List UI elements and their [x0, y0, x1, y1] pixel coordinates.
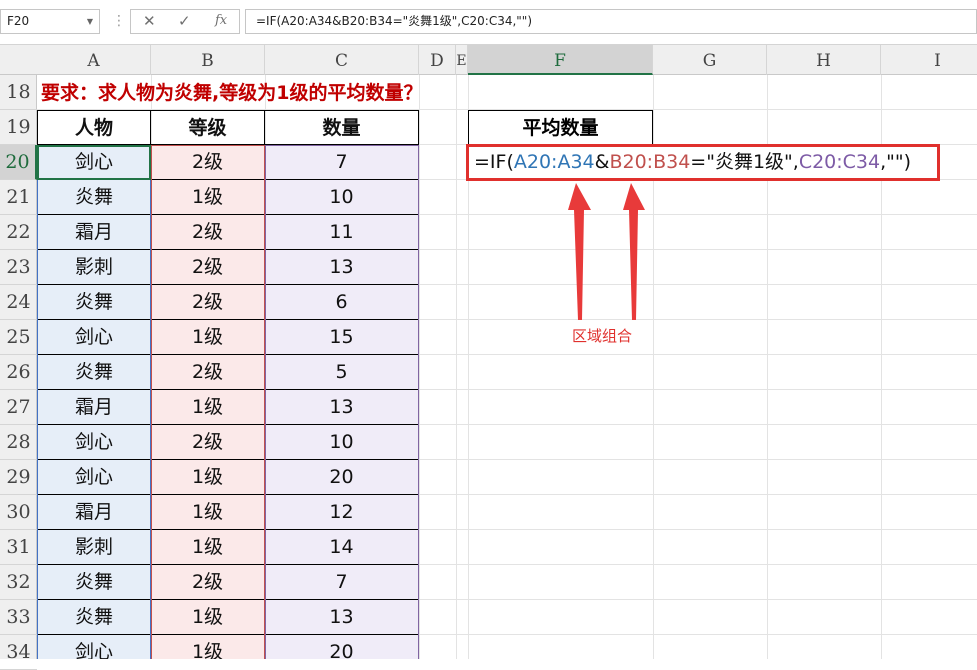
arrow-up-icon	[623, 183, 645, 320]
row-header[interactable]: 23	[0, 250, 37, 285]
row-header-active[interactable]: 20	[0, 145, 37, 180]
arrow-up-icon	[568, 183, 591, 320]
row-header[interactable]: 30	[0, 495, 37, 530]
annotation-label: 区域组合	[572, 327, 633, 345]
cancel-icon[interactable]: ✕	[143, 12, 156, 30]
drag-handle-icon[interactable]: ⋮	[112, 14, 126, 28]
column-header-d[interactable]: D	[419, 45, 456, 75]
row-header[interactable]: 34	[0, 635, 37, 670]
column-header-f[interactable]: F	[468, 45, 653, 75]
row-header[interactable]: 22	[0, 215, 37, 250]
formula-buttons: ✕ ✓ fx	[130, 9, 240, 34]
formula-bar-area: F20 ▼ ⋮ ✕ ✓ fx =IF(A20:A34&B20:B34="炎舞1级…	[0, 0, 977, 45]
column-header-e[interactable]: E	[456, 45, 468, 75]
insert-function-icon[interactable]: fx	[215, 13, 227, 28]
row-header[interactable]: 26	[0, 355, 37, 390]
chevron-down-icon[interactable]: ▼	[87, 10, 93, 33]
column-header-bar: A B C D E F G H I	[0, 45, 977, 75]
row-header-bar: 18 19 20 21 22 23 24 25 26 27 28 29 30 3…	[0, 75, 37, 670]
row-header[interactable]: 31	[0, 530, 37, 565]
column-header-b[interactable]: B	[151, 45, 265, 75]
row-header[interactable]: 25	[0, 320, 37, 355]
row-header[interactable]: 24	[0, 285, 37, 320]
row-header[interactable]: 21	[0, 180, 37, 215]
row-header[interactable]: 32	[0, 565, 37, 600]
row-header[interactable]: 19	[0, 110, 37, 145]
cell-grid[interactable]: 要求：求人物为炎舞,等级为1级的平均数量？ 人物 等级 数量 剑心 2级 7 炎…	[37, 75, 977, 659]
formula-input[interactable]: =IF(A20:A34&B20:B34="炎舞1级",C20:C34,"")	[245, 9, 977, 34]
column-header-a[interactable]: A	[37, 45, 151, 75]
row-header[interactable]: 29	[0, 460, 37, 495]
name-box-value: F20	[7, 14, 30, 28]
enter-icon[interactable]: ✓	[178, 12, 191, 30]
annotation-arrows	[568, 183, 645, 320]
name-box[interactable]: F20 ▼	[0, 9, 100, 34]
row-header[interactable]: 28	[0, 425, 37, 460]
row-header[interactable]: 33	[0, 600, 37, 635]
row-header[interactable]: 18	[0, 75, 37, 110]
column-header-g[interactable]: G	[653, 45, 767, 75]
column-header-i[interactable]: I	[881, 45, 977, 75]
column-header-c[interactable]: C	[265, 45, 419, 75]
row-header[interactable]: 27	[0, 390, 37, 425]
column-header-h[interactable]: H	[767, 45, 881, 75]
